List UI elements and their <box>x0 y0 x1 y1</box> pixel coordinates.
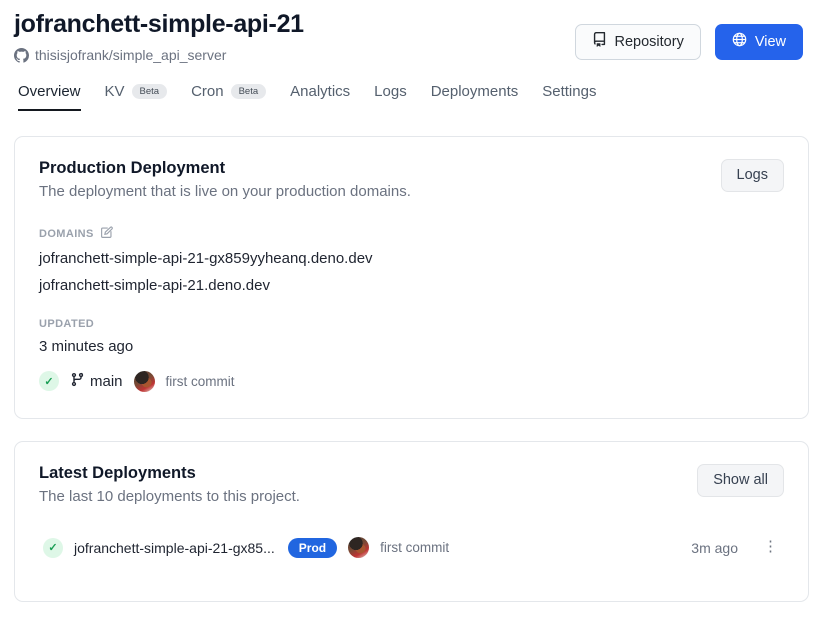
globe-icon <box>732 32 747 52</box>
deployment-time: 3m ago <box>691 540 738 556</box>
tab-kv[interactable]: KV Beta <box>105 83 168 111</box>
tab-cron[interactable]: Cron Beta <box>191 83 266 111</box>
show-all-button[interactable]: Show all <box>697 464 784 497</box>
prod-badge: Prod <box>288 538 337 558</box>
page-title: jofranchett-simple-api-21 <box>14 10 304 39</box>
tab-overview[interactable]: Overview <box>18 83 81 111</box>
deployment-row: ✓ jofranchett-simple-api-21-gx85... Prod… <box>39 537 784 558</box>
view-button[interactable]: View <box>715 24 803 60</box>
linked-repo[interactable]: thisisjofrank/simple_api_server <box>14 47 304 63</box>
header-left: jofranchett-simple-api-21 thisisjofrank/… <box>14 10 304 63</box>
domain-link[interactable]: jofranchett-simple-api-21.deno.dev <box>39 277 784 296</box>
tab-label: KV <box>105 83 125 100</box>
production-commit-row: ✓ main first commit <box>39 371 784 392</box>
commit-message: first commit <box>380 540 449 555</box>
deployments-card-titles: Latest Deployments The last 10 deploymen… <box>39 464 300 505</box>
avatar <box>134 371 155 392</box>
deployments-card-subtitle: The last 10 deployments to this project. <box>39 488 300 505</box>
deployments-card-header: Latest Deployments The last 10 deploymen… <box>39 464 784 505</box>
commit-message: first commit <box>166 374 235 389</box>
latest-deployments-card: Latest Deployments The last 10 deploymen… <box>14 441 809 602</box>
logs-button-label: Logs <box>737 167 768 184</box>
edit-domains-icon[interactable] <box>100 226 113 242</box>
tab-label: Analytics <box>290 83 350 100</box>
tab-deployments[interactable]: Deployments <box>431 83 519 111</box>
tab-label: Overview <box>18 83 81 100</box>
view-button-label: View <box>755 34 786 51</box>
avatar <box>348 537 369 558</box>
git-branch-icon <box>70 372 85 391</box>
domain-link[interactable]: jofranchett-simple-api-21-gx859yyheanq.d… <box>39 250 784 269</box>
repo-name: thisisjofrank/simple_api_server <box>35 47 226 63</box>
success-check-icon: ✓ <box>39 371 59 391</box>
beta-badge: Beta <box>132 84 168 100</box>
kebab-menu-icon[interactable]: ⋮ <box>757 542 784 553</box>
production-deployment-card: Production Deployment The deployment tha… <box>14 136 809 419</box>
branch-name: main <box>90 373 123 390</box>
beta-badge: Beta <box>231 84 267 100</box>
success-check-icon: ✓ <box>43 538 63 558</box>
page-header: jofranchett-simple-api-21 thisisjofrank/… <box>14 10 809 63</box>
tab-analytics[interactable]: Analytics <box>290 83 350 111</box>
project-page: jofranchett-simple-api-21 thisisjofrank/… <box>0 0 823 602</box>
tab-logs[interactable]: Logs <box>374 83 407 111</box>
tab-settings[interactable]: Settings <box>542 83 596 111</box>
branch-ref[interactable]: main <box>70 372 123 391</box>
show-all-button-label: Show all <box>713 472 768 489</box>
github-icon <box>14 48 29 63</box>
logs-button[interactable]: Logs <box>721 159 784 192</box>
production-card-title: Production Deployment <box>39 159 411 178</box>
updated-value: 3 minutes ago <box>39 338 784 355</box>
header-actions: Repository View <box>575 24 803 60</box>
tab-label: Settings <box>542 83 596 100</box>
tab-label: Logs <box>374 83 407 100</box>
production-card-subtitle: The deployment that is live on your prod… <box>39 183 411 200</box>
repo-book-icon <box>592 32 607 52</box>
tab-label: Deployments <box>431 83 519 100</box>
repository-button[interactable]: Repository <box>575 24 701 60</box>
production-card-titles: Production Deployment The deployment tha… <box>39 159 411 200</box>
domains-section: Domains jofranchett-simple-api-21-gx859y… <box>39 226 784 296</box>
tab-label: Cron <box>191 83 224 100</box>
tabbar: Overview KV Beta Cron Beta Analytics Log… <box>14 83 809 111</box>
production-card-header: Production Deployment The deployment tha… <box>39 159 784 200</box>
updated-label: Updated <box>39 318 784 330</box>
deployment-name-link[interactable]: jofranchett-simple-api-21-gx85... <box>74 540 275 556</box>
domains-label-row: Domains <box>39 226 784 242</box>
domains-label: Domains <box>39 228 94 240</box>
updated-section: Updated 3 minutes ago <box>39 318 784 355</box>
repository-button-label: Repository <box>615 34 684 51</box>
deployments-card-title: Latest Deployments <box>39 464 300 483</box>
